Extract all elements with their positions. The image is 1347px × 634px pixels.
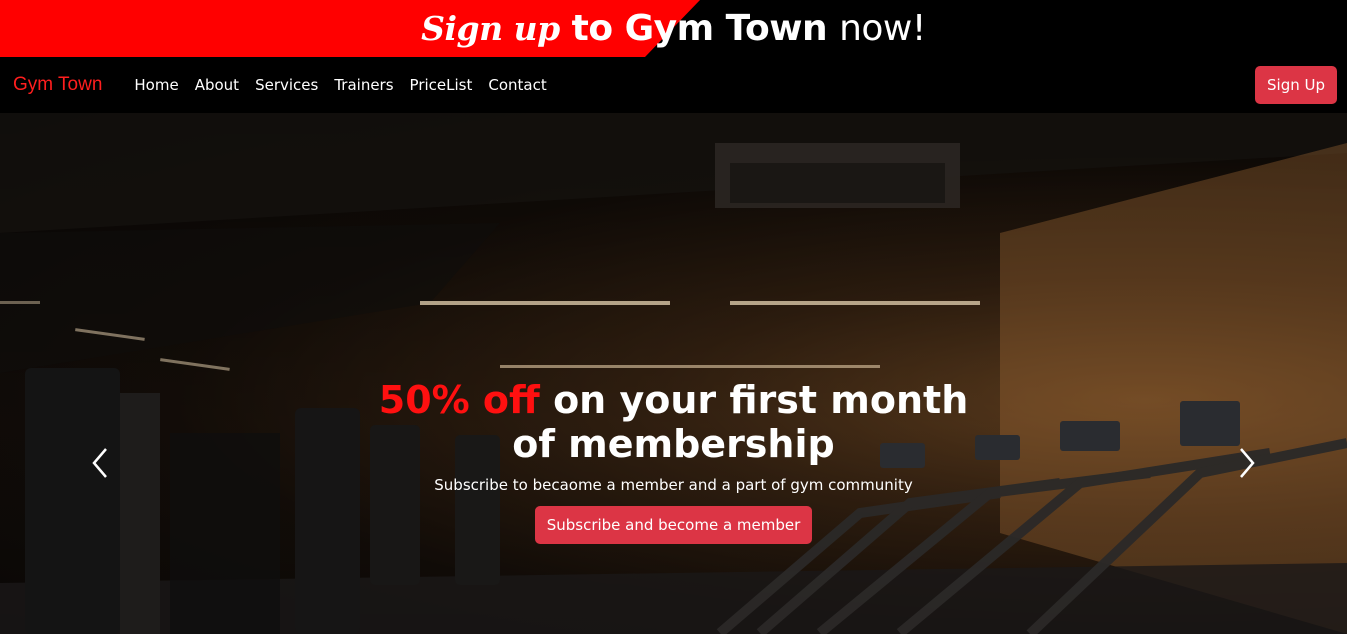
hero-headline: 50% off on your first month of membershi… (374, 378, 974, 466)
hero-carousel: 50% off on your first month of membershi… (0, 113, 1347, 634)
hero-subtitle: Subscribe to becaome a member and a part… (434, 476, 913, 494)
nav-link-contact[interactable]: Contact (480, 76, 554, 94)
nav-link-home[interactable]: Home (126, 76, 186, 94)
promo-part-now: now! (839, 8, 926, 49)
headline-discount: 50% off (378, 378, 540, 422)
gym-background-image (0, 113, 1347, 634)
nav-link-about[interactable]: About (187, 76, 247, 94)
nav-link-trainers[interactable]: Trainers (326, 76, 401, 94)
nav-links: Home About Services Trainers PriceList C… (126, 76, 554, 94)
promo-banner: Sign up to Gym Town now! (0, 0, 1347, 57)
promo-part-brand: Gym Town (624, 8, 828, 49)
subscribe-button[interactable]: Subscribe and become a member (534, 506, 813, 544)
signup-button[interactable]: Sign Up (1255, 66, 1337, 104)
brand-link[interactable]: Gym Town (13, 74, 102, 96)
carousel-caption: 50% off on your first month of membershi… (0, 378, 1347, 544)
nav-link-services[interactable]: Services (247, 76, 326, 94)
nav-link-pricelist[interactable]: PriceList (402, 76, 481, 94)
promo-text: Sign up to Gym Town now! (0, 0, 1347, 57)
promo-part-signup: Sign up (421, 9, 560, 48)
navbar: Gym Town Home About Services Trainers Pr… (0, 57, 1347, 113)
promo-part-to: to (571, 8, 613, 49)
headline-text: on your first month of membership (512, 378, 969, 466)
